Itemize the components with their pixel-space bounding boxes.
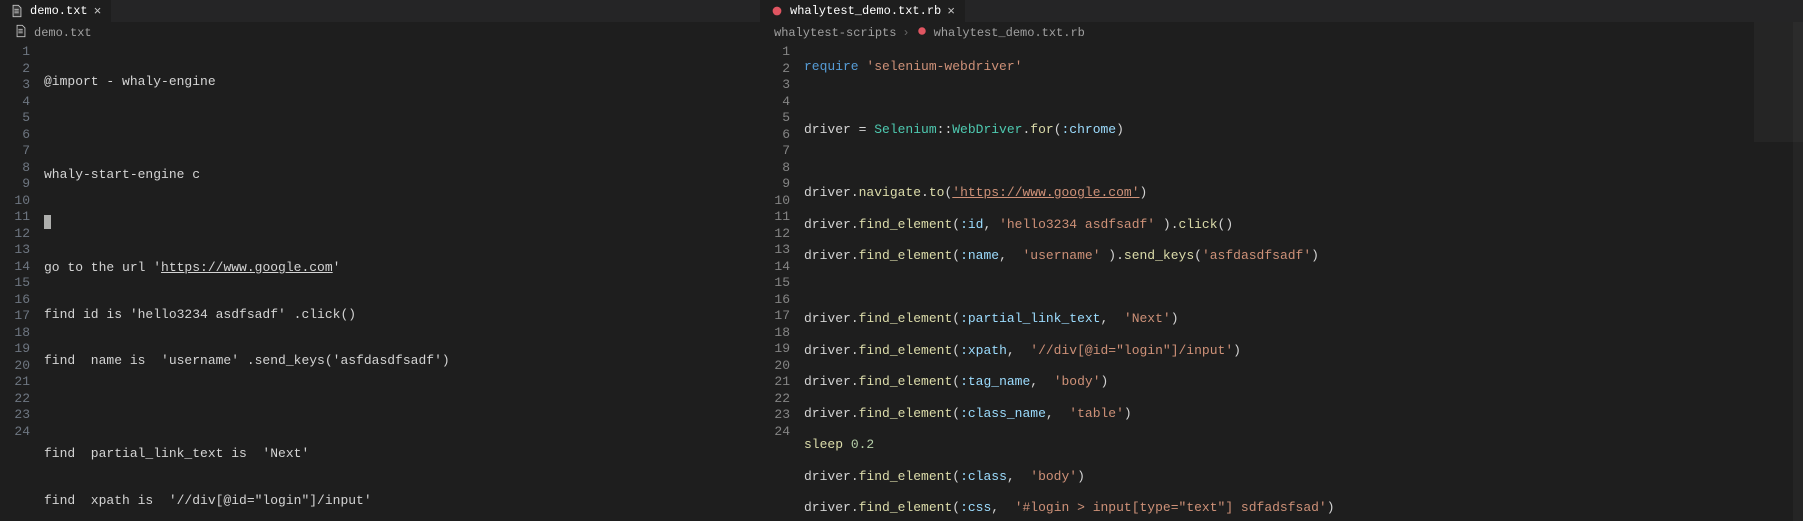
- line-gutter: 1 2 3 4 5 6 7 8 9 10 11 12 13 14 15 16 1…: [760, 44, 804, 521]
- tab-label: whalytest_demo.txt.rb: [790, 4, 941, 18]
- close-icon[interactable]: ×: [94, 4, 102, 19]
- ruby-file-icon: [916, 25, 928, 41]
- breadcrumb-item[interactable]: whalytest-scripts: [774, 26, 896, 40]
- tab-bar: whalytest_demo.txt.rb ×: [760, 0, 1803, 22]
- breadcrumb-bar: demo.txt: [0, 22, 760, 44]
- right-editor-pane: whalytest_demo.txt.rb × whalytest-script…: [760, 0, 1803, 521]
- editor-right[interactable]: 1 2 3 4 5 6 7 8 9 10 11 12 13 14 15 16 1…: [760, 44, 1803, 521]
- tab-bar: demo.txt ×: [0, 0, 760, 22]
- tab-demo-txt[interactable]: demo.txt ×: [0, 0, 112, 22]
- minimap[interactable]: [1753, 22, 1803, 521]
- breadcrumb-bar: whalytest-scripts › whalytest_demo.txt.r…: [760, 22, 1803, 44]
- chevron-right-icon: ›: [902, 26, 909, 40]
- tab-whalytest-rb[interactable]: whalytest_demo.txt.rb ×: [760, 0, 966, 22]
- close-icon[interactable]: ×: [947, 4, 955, 19]
- minimap-viewport[interactable]: [1754, 22, 1803, 142]
- left-editor-pane: demo.txt × demo.txt 1 2 3 4 5 6 7 8 9 10…: [0, 0, 760, 521]
- ruby-file-icon: [770, 4, 784, 18]
- line-gutter: 1 2 3 4 5 6 7 8 9 10 11 12 13 14 15 16 1…: [0, 44, 44, 521]
- file-text-icon: [10, 4, 24, 18]
- editor-left[interactable]: 1 2 3 4 5 6 7 8 9 10 11 12 13 14 15 16 1…: [0, 44, 760, 521]
- code-content[interactable]: require 'selenium-webdriver' driver = Se…: [804, 44, 1803, 521]
- tab-label: demo.txt: [30, 4, 88, 18]
- code-content[interactable]: @import - whaly-engine whaly-start-engin…: [44, 44, 760, 521]
- breadcrumb-item[interactable]: demo.txt: [34, 26, 92, 40]
- text-cursor: [44, 215, 51, 229]
- file-text-icon: [14, 24, 28, 42]
- breadcrumb-item[interactable]: whalytest_demo.txt.rb: [934, 26, 1085, 40]
